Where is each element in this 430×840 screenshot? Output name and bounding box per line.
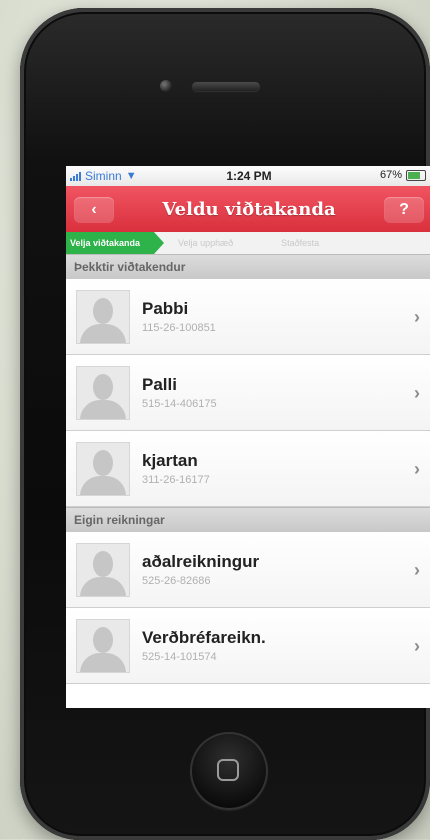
avatar-placeholder-icon — [76, 365, 130, 420]
step-select-amount: Velja upphæð — [178, 238, 234, 248]
section-header-own-accounts: Eigin reikningar — [66, 507, 430, 532]
recipient-row[interactable]: kjartan 311-26-16177 › — [66, 431, 430, 507]
battery-percent: 67% — [379, 169, 402, 181]
navigation-bar: ‹ Veldu viðtakanda ? — [66, 186, 430, 232]
chevron-right-icon: › — [414, 636, 420, 656]
camera-icon — [160, 80, 172, 92]
account-number: 311-26-16177 — [142, 474, 210, 486]
help-button[interactable]: ? — [384, 197, 424, 223]
avatar-placeholder-icon — [76, 542, 130, 597]
avatar-placeholder-icon — [76, 618, 130, 673]
recipient-name: kjartan — [142, 451, 198, 470]
avatar-placeholder-icon — [76, 441, 130, 496]
phone-frame: Siminn ▼ 1:24 PM 67% ‹ Veldu viðtakanda … — [20, 8, 430, 840]
recipient-row[interactable]: Pabbi 115-26-100851 › — [66, 279, 430, 355]
step-confirm: Staðfesta — [281, 238, 320, 248]
account-row[interactable]: Verðbréfareikn. 525-14-101574 › — [66, 608, 430, 684]
section-header-known-recipients: Þekktir viðtakendur — [66, 254, 430, 279]
account-name: aðalreikningur — [142, 552, 260, 571]
chevron-right-icon: › — [414, 383, 420, 403]
account-row[interactable]: aðalreikningur 525-26-82686 › — [66, 532, 430, 608]
progress-steps: Velja viðtakanda Velja upphæð Staðfesta — [66, 232, 430, 254]
recipient-name: Pabbi — [142, 299, 189, 318]
account-number: 515-14-406175 — [142, 398, 217, 410]
speaker-grille — [192, 82, 260, 91]
recipient-name: Palli — [142, 375, 177, 394]
status-time: 1:24 PM — [226, 169, 272, 183]
back-button[interactable]: ‹ — [74, 197, 114, 223]
screen: Siminn ▼ 1:24 PM 67% ‹ Veldu viðtakanda … — [66, 166, 430, 708]
battery-info: 67% — [380, 169, 426, 181]
status-bar: Siminn ▼ 1:24 PM 67% — [66, 166, 430, 186]
account-name: Verðbréfareikn. — [142, 628, 266, 647]
chevron-right-icon: › — [414, 307, 420, 327]
account-number: 525-26-82686 — [142, 575, 211, 587]
recipient-row[interactable]: Palli 515-14-406175 › — [66, 355, 430, 431]
home-button[interactable] — [190, 732, 268, 810]
chevron-right-icon: › — [414, 560, 420, 580]
chevron-right-icon: › — [414, 459, 420, 479]
avatar-placeholder-icon — [76, 289, 130, 344]
home-square-icon — [217, 759, 239, 781]
step-select-recipient: Velja viðtakanda — [66, 232, 165, 254]
account-number: 525-14-101574 — [142, 651, 217, 663]
battery-icon — [406, 169, 426, 181]
page-title: Veldu viðtakanda — [162, 198, 336, 220]
account-number: 115-26-100851 — [142, 322, 216, 334]
